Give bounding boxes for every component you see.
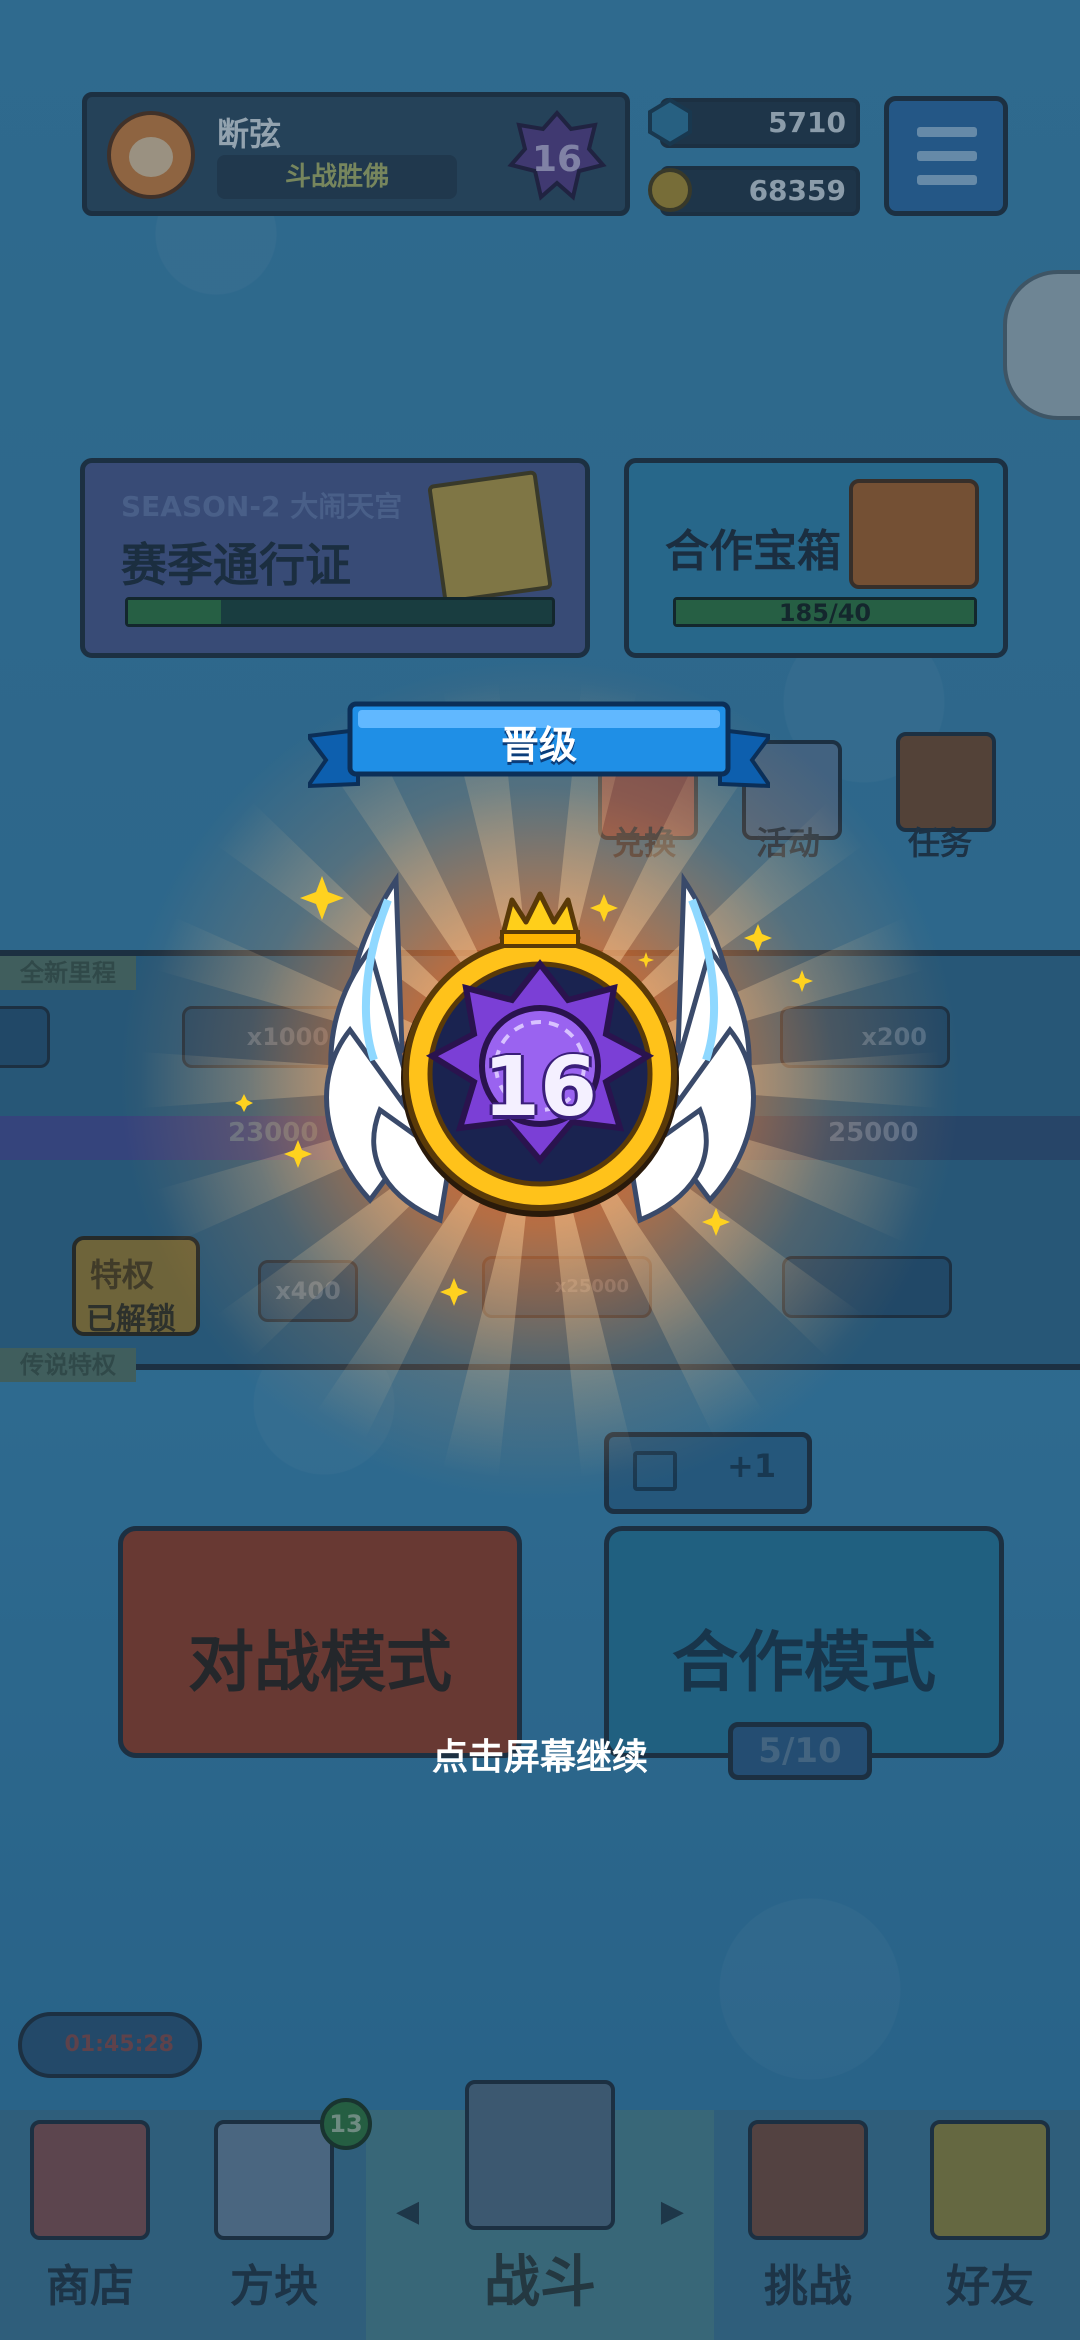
- sparkles-layer: [235, 876, 813, 1306]
- sparkle-icon: [638, 952, 654, 968]
- sparkle-icon: [702, 1208, 730, 1236]
- sparkle-icon: [440, 1278, 468, 1306]
- sparkle-icon: [300, 876, 344, 920]
- sparkle-stars: [235, 876, 813, 1306]
- tap-to-continue-prompt[interactable]: 点击屏幕继续: [0, 1728, 1080, 1780]
- sparkle-icon: [284, 1140, 312, 1168]
- sparkle-icon: [744, 924, 772, 952]
- sparkle-icon: [235, 1094, 253, 1112]
- sparkle-icon: [791, 970, 813, 992]
- sparkle-icon: [590, 894, 618, 922]
